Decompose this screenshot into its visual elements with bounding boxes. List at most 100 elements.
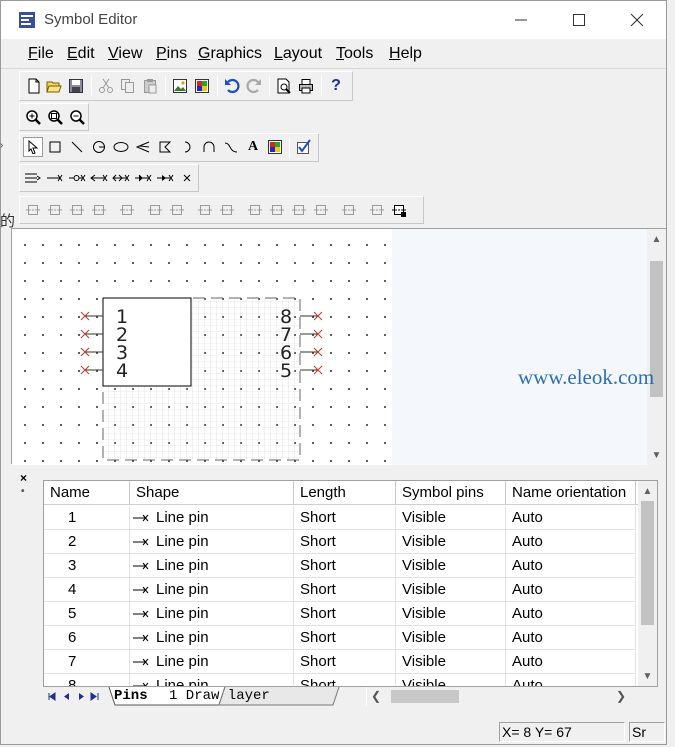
check-button[interactable] <box>294 137 314 157</box>
cell-shape[interactable]: Line pin <box>130 530 294 554</box>
polyline-tool-button[interactable] <box>133 137 153 157</box>
zoom-fit-button[interactable] <box>45 107 65 127</box>
line-tool-button[interactable] <box>67 137 87 157</box>
grid-horizontal-scrollbar[interactable]: ❮ ❯ <box>366 687 636 706</box>
cell-name[interactable]: 6 <box>44 626 130 650</box>
minimize-button[interactable] <box>492 1 550 39</box>
line-pin-button[interactable] <box>45 168 65 188</box>
text-tool-button[interactable]: A <box>243 137 263 157</box>
align-bottom-button[interactable] <box>89 200 109 220</box>
cell-length[interactable]: Short <box>294 650 396 674</box>
cell-shape[interactable]: Line pin <box>130 506 294 530</box>
menu-tools[interactable]: Tools <box>336 45 373 63</box>
table-row[interactable]: 7 Line pin Short Visible Auto <box>44 650 636 674</box>
grid-scroll-down-arrow-icon[interactable]: ▼ <box>638 668 657 684</box>
cell-orientation[interactable]: Auto <box>506 530 636 554</box>
insert-image-button[interactable] <box>170 76 190 96</box>
cell-length[interactable]: Short <box>294 530 396 554</box>
cell-symbol-pins[interactable]: Visible <box>396 674 506 686</box>
cell-symbol-pins[interactable]: Visible <box>396 530 506 554</box>
cell-orientation[interactable]: Auto <box>506 506 636 530</box>
cell-name[interactable]: 7 <box>44 650 130 674</box>
close-button[interactable] <box>608 1 666 39</box>
cell-length[interactable]: Short <box>294 554 396 578</box>
symbol-canvas[interactable]: 1234 8765 ▲ ▼ <box>11 228 666 465</box>
cell-name[interactable]: 4 <box>44 578 130 602</box>
print-button[interactable] <box>296 76 316 96</box>
paste-button[interactable] <box>140 76 160 96</box>
group-button[interactable] <box>339 200 359 220</box>
menu-edit[interactable]: Edit <box>67 45 95 63</box>
column-header-symbol-pins[interactable]: Symbol pins <box>396 481 506 505</box>
zoom-out-button[interactable] <box>67 107 87 127</box>
scroll-up-arrow-icon[interactable]: ▲ <box>647 231 666 247</box>
cell-orientation[interactable]: Auto <box>506 650 636 674</box>
symbol-pin[interactable]: 5 <box>280 360 323 382</box>
cell-shape[interactable]: Line pin <box>130 650 294 674</box>
zoom-in-button[interactable] <box>23 107 43 127</box>
menu-view[interactable]: View <box>108 45 142 63</box>
table-row[interactable]: 8 Line pin Short Visible Auto <box>44 674 636 686</box>
cell-symbol-pins[interactable]: Visible <box>396 650 506 674</box>
grid-scroll-thumb[interactable] <box>641 501 654 625</box>
input-pin-button[interactable] <box>89 168 109 188</box>
ellipse-tool-button[interactable] <box>111 137 131 157</box>
print-preview-button[interactable] <box>274 76 294 96</box>
hscroll-thumb[interactable] <box>391 690 459 703</box>
select-frame-button[interactable] <box>389 200 409 220</box>
pin-array-button[interactable] <box>23 168 43 188</box>
table-row[interactable]: 4 Line pin Short Visible Auto <box>44 578 636 602</box>
cut-button[interactable] <box>96 76 116 96</box>
cell-name[interactable]: 3 <box>44 554 130 578</box>
grid-scroll-up-arrow-icon[interactable]: ▲ <box>638 483 657 499</box>
menu-graphics[interactable]: Graphics <box>198 45 262 63</box>
rectangle-tool-button[interactable] <box>45 137 65 157</box>
open-button[interactable] <box>44 76 64 96</box>
scroll-left-arrow-icon[interactable]: ❮ <box>371 687 385 706</box>
cell-shape[interactable]: Line pin <box>130 578 294 602</box>
tab-draw-layer[interactable]: 1 Draw layer <box>169 688 270 704</box>
flip-vertical-button[interactable] <box>311 200 331 220</box>
cell-orientation[interactable]: Auto <box>506 674 636 686</box>
menu-help[interactable]: Help <box>389 45 422 63</box>
arc-tool-button[interactable] <box>177 137 197 157</box>
output-pin-button[interactable] <box>155 168 175 188</box>
cell-symbol-pins[interactable]: Visible <box>396 578 506 602</box>
flip-horizontal-button[interactable] <box>289 200 309 220</box>
menu-pins[interactable]: Pins <box>156 45 187 63</box>
scroll-down-arrow-icon[interactable]: ▼ <box>647 447 666 463</box>
column-header-length[interactable]: Length <box>294 481 396 505</box>
no-connect-button[interactable] <box>177 168 197 188</box>
tab-nav-arrows[interactable] <box>43 689 109 704</box>
cell-length[interactable]: Short <box>294 602 396 626</box>
select-tool-button[interactable] <box>23 137 43 157</box>
table-row[interactable]: 2 Line pin Short Visible Auto <box>44 530 636 554</box>
canvas-vertical-scrollbar[interactable]: ▲ ▼ <box>647 229 666 465</box>
cell-shape[interactable]: Line pin <box>130 602 294 626</box>
panel-close-icon[interactable]: × <box>20 471 27 485</box>
help-button[interactable]: ? <box>326 76 346 96</box>
cell-length[interactable]: Short <box>294 626 396 650</box>
cell-orientation[interactable]: Auto <box>506 554 636 578</box>
space-vertical-button[interactable] <box>167 200 187 220</box>
column-header-name-orientation[interactable]: Name orientation <box>506 481 636 505</box>
tab-pins[interactable]: Pins <box>114 688 148 704</box>
rotate-right-button[interactable] <box>267 200 287 220</box>
column-header-name[interactable]: Name <box>44 481 130 505</box>
cell-symbol-pins[interactable]: Visible <box>396 602 506 626</box>
picture-tool-button[interactable] <box>265 137 285 157</box>
new-button[interactable] <box>24 76 44 96</box>
cell-symbol-pins[interactable]: Visible <box>396 554 506 578</box>
copy-button[interactable] <box>118 76 138 96</box>
cell-shape[interactable]: Line pin <box>130 674 294 686</box>
ungroup-button[interactable] <box>367 200 387 220</box>
grid-vertical-scrollbar[interactable]: ▲ ▼ <box>638 481 657 686</box>
cell-orientation[interactable]: Auto <box>506 578 636 602</box>
redo-button[interactable] <box>244 76 264 96</box>
clock-pin-button[interactable] <box>133 168 153 188</box>
cell-orientation[interactable]: Auto <box>506 602 636 626</box>
cell-name[interactable]: 8 <box>44 674 130 686</box>
cell-length[interactable]: Short <box>294 506 396 530</box>
bidir-pin-button[interactable] <box>111 168 131 188</box>
menu-layout[interactable]: Layout <box>274 45 322 63</box>
